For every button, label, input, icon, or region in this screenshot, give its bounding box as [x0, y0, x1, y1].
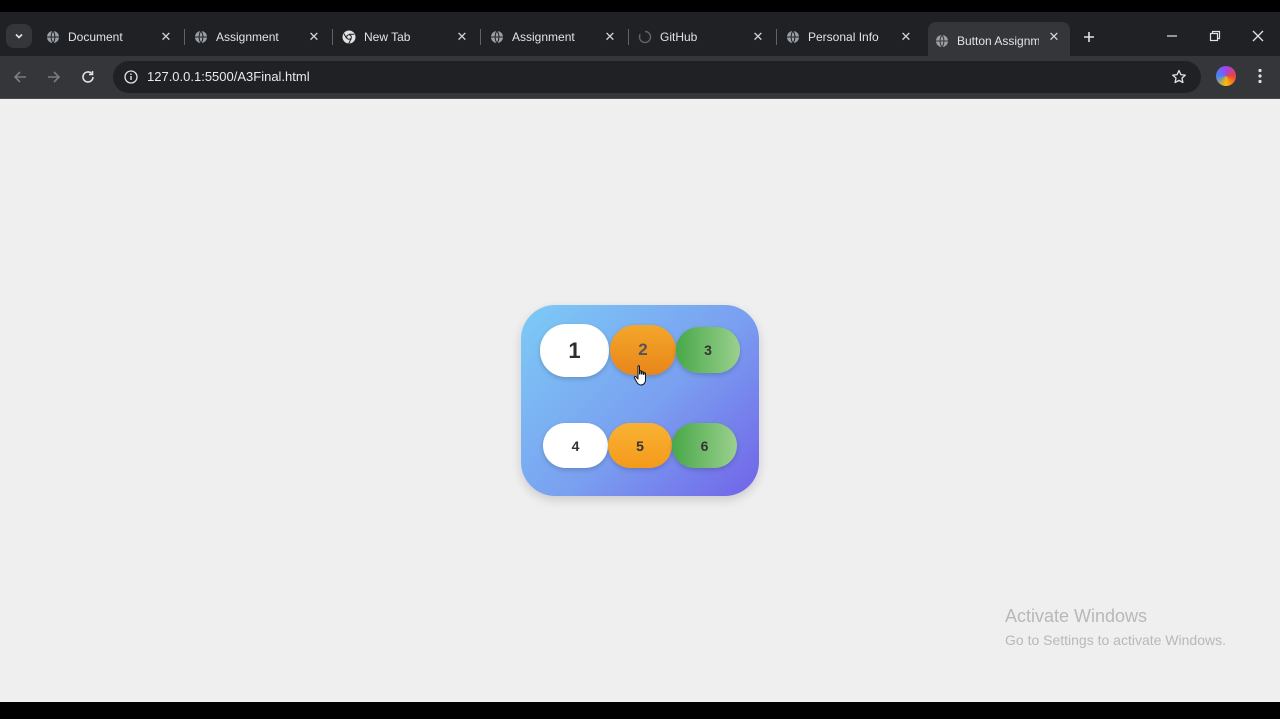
globe-icon — [46, 30, 60, 44]
chrome-icon — [342, 30, 356, 44]
address-bar[interactable]: 127.0.0.1:5500/A3Final.html — [113, 61, 1201, 93]
tab-personal-info[interactable]: Personal Info ✕ — [786, 22, 922, 52]
minimize-icon — [1167, 35, 1177, 37]
plus-icon — [1084, 32, 1094, 42]
page-viewport: 1 2 3 4 5 6 Activate Windows Go to Setti… — [0, 99, 1280, 702]
minimize-button[interactable] — [1157, 24, 1187, 48]
info-icon — [124, 70, 138, 84]
restore-button[interactable] — [1200, 24, 1230, 48]
back-button[interactable] — [8, 65, 32, 89]
button-4[interactable]: 4 — [543, 423, 608, 468]
activate-windows-subtitle: Go to Settings to activate Windows. — [1005, 632, 1226, 648]
close-icon[interactable]: ✕ — [454, 29, 470, 45]
close-icon[interactable]: ✕ — [1046, 29, 1062, 45]
restore-icon — [1209, 30, 1221, 42]
close-icon[interactable]: ✕ — [158, 29, 174, 45]
tab-title: Button Assignme — [957, 34, 1039, 48]
hand-pointer-icon — [633, 365, 646, 386]
tab-button-assignment[interactable]: Button Assignme ✕ — [928, 22, 1070, 60]
activate-windows-title: Activate Windows — [1005, 606, 1148, 626]
loading-spinner-icon — [638, 30, 652, 44]
close-icon[interactable]: ✕ — [306, 29, 322, 45]
tab-divider — [332, 29, 333, 45]
close-window-button[interactable] — [1243, 24, 1273, 48]
button-6[interactable]: 6 — [672, 423, 737, 468]
tab-document[interactable]: Document ✕ — [46, 22, 182, 52]
tab-assignment[interactable]: Assignment ✕ — [194, 22, 330, 52]
site-info-button[interactable] — [119, 65, 143, 89]
forward-button[interactable] — [42, 65, 66, 89]
toolbar: 127.0.0.1:5500/A3Final.html — [0, 56, 1280, 99]
arrow-left-icon — [13, 71, 26, 83]
tab-title: Assignment — [512, 30, 575, 44]
globe-icon — [935, 34, 949, 48]
chevron-down-icon — [15, 33, 23, 39]
profile-avatar[interactable] — [1216, 66, 1236, 86]
tab-title: Assignment — [216, 30, 279, 44]
tab-divider — [776, 29, 777, 45]
tab-title: GitHub — [660, 30, 698, 44]
reload-button[interactable] — [76, 65, 100, 89]
new-tab-button[interactable] — [1078, 26, 1100, 48]
reload-icon — [82, 71, 94, 83]
tab-divider — [628, 29, 629, 45]
tab-new-tab[interactable]: New Tab ✕ — [342, 22, 478, 52]
url-text[interactable]: 127.0.0.1:5500/A3Final.html — [147, 69, 310, 84]
star-icon — [1172, 69, 1186, 84]
browser-window: Document ✕ Assignment ✕ New Tab ✕ Assign… — [0, 0, 1280, 719]
tab-divider — [184, 29, 185, 45]
tab-title: Personal Info — [808, 30, 879, 44]
tab-search-button[interactable] — [6, 24, 32, 48]
tab-strip: Document ✕ Assignment ✕ New Tab ✕ Assign… — [0, 12, 1280, 60]
globe-icon — [490, 30, 504, 44]
button-3[interactable]: 3 — [676, 327, 740, 373]
close-icon[interactable]: ✕ — [898, 29, 914, 45]
more-vertical-icon — [1258, 68, 1262, 84]
tab-divider — [480, 29, 481, 45]
tab-title: New Tab — [364, 30, 411, 44]
tab-github[interactable]: GitHub ✕ — [638, 22, 774, 52]
close-icon[interactable]: ✕ — [750, 29, 766, 45]
close-icon[interactable]: ✕ — [602, 29, 618, 45]
globe-icon — [786, 30, 800, 44]
menu-button[interactable] — [1250, 64, 1270, 88]
arrow-right-icon — [48, 71, 61, 83]
globe-icon — [194, 30, 208, 44]
bookmark-button[interactable] — [1167, 65, 1191, 89]
button-5[interactable]: 5 — [608, 423, 672, 468]
tab-title: Document — [68, 30, 123, 44]
close-icon — [1252, 30, 1264, 42]
tab-assignment-2[interactable]: Assignment ✕ — [490, 22, 626, 52]
button-1[interactable]: 1 — [540, 324, 609, 377]
